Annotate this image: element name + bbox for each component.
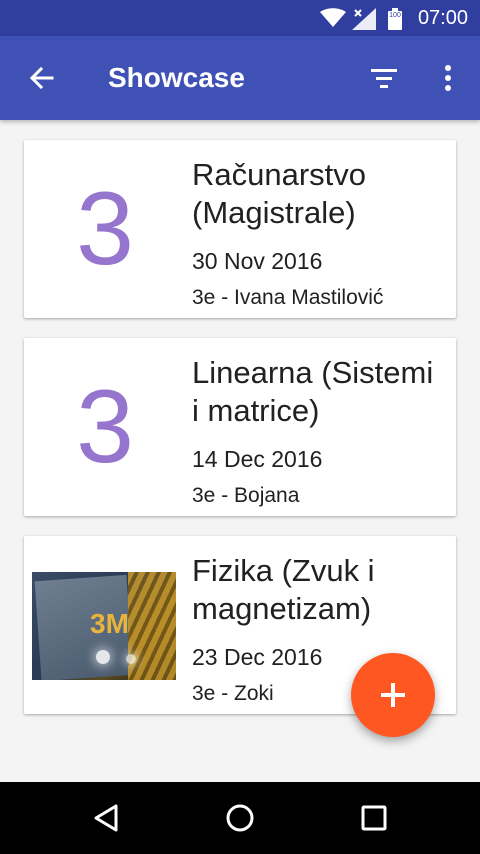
card-date: 30 Nov 2016 bbox=[192, 248, 323, 274]
card-title: Računarstvo (Magistrale) bbox=[192, 156, 456, 232]
textbook-photo: 3M bbox=[32, 572, 176, 680]
system-nav-bar bbox=[0, 782, 480, 854]
card-date: 14 Dec 2016 bbox=[192, 446, 323, 472]
list-item[interactable]: 3 Linearna (Sistemi i matrice) 14 Dec 20… bbox=[24, 338, 456, 516]
card-date: 23 Dec 2016 bbox=[192, 644, 323, 670]
light-flare bbox=[126, 654, 136, 664]
card-title-line: Računarstvo bbox=[192, 157, 367, 192]
light-flare bbox=[96, 650, 110, 664]
card-title-line: magnetizam) bbox=[192, 591, 372, 626]
card-thumbnail: 3 bbox=[32, 156, 178, 302]
grade-digit: 3 bbox=[76, 369, 134, 485]
app-bar: Showcase bbox=[0, 36, 480, 120]
card-title-line: (Magistrale) bbox=[192, 195, 356, 230]
status-time: 07:00 bbox=[417, 7, 468, 29]
card-thumbnail: 3 bbox=[32, 354, 178, 500]
cover-mark: 3M bbox=[90, 608, 129, 639]
card-title-line: i matrice) bbox=[192, 393, 320, 428]
add-button[interactable] bbox=[351, 653, 435, 737]
battery-level-label: 100 bbox=[389, 12, 401, 19]
card-title-line: Fizika (Zvuk i bbox=[192, 553, 375, 588]
card-title: Linearna (Sistemi i matrice) bbox=[192, 354, 456, 430]
card-title: Fizika (Zvuk i magnetizam) bbox=[192, 552, 456, 628]
filter-icon[interactable] bbox=[368, 62, 400, 94]
grade-digit: 3 bbox=[76, 171, 134, 287]
page-title: Showcase bbox=[108, 62, 245, 93]
recents-square-icon[interactable] bbox=[356, 800, 392, 836]
card-thumbnail: 3M bbox=[32, 552, 178, 698]
status-bar: 100 07:00 bbox=[0, 0, 480, 36]
home-circle-icon[interactable] bbox=[222, 800, 258, 836]
card-grade: 3e - Zoki bbox=[192, 682, 274, 705]
list-item[interactable]: 3 Računarstvo (Magistrale) 30 Nov 2016 3… bbox=[24, 140, 456, 318]
signal-icon bbox=[352, 8, 376, 30]
card-title-line: Linearna (Sistemi bbox=[192, 355, 434, 390]
cover-artwork bbox=[128, 572, 176, 680]
back-arrow-icon[interactable] bbox=[26, 62, 58, 94]
add-icon bbox=[381, 683, 405, 707]
back-triangle-icon[interactable] bbox=[88, 800, 124, 836]
card-grade: 3e - Bojana bbox=[192, 484, 300, 507]
wifi-icon bbox=[320, 8, 346, 27]
more-vert-icon[interactable] bbox=[432, 62, 464, 94]
card-grade: 3e - Ivana Mastilović bbox=[192, 286, 384, 309]
